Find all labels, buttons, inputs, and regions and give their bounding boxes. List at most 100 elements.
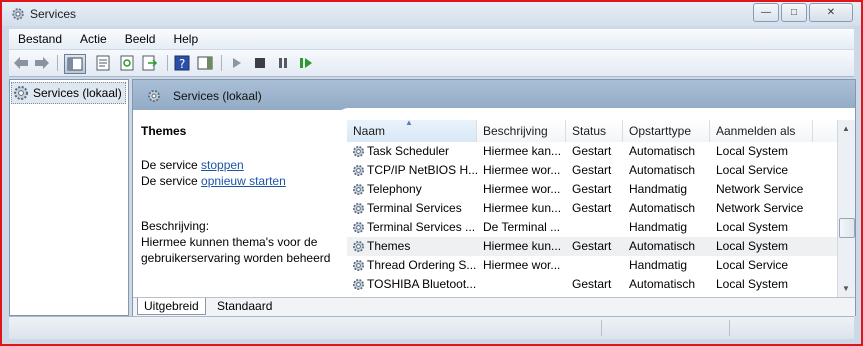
cell-logon: Local System — [716, 144, 789, 158]
start-service-button[interactable] — [228, 54, 246, 72]
cell-startup: Automatisch — [629, 277, 696, 291]
table-row[interactable]: Task Scheduler Hiermee kan... Gestart Autom… — [347, 142, 837, 161]
refresh-icon — [120, 55, 134, 71]
column-header-name[interactable]: ▲ Naam — [347, 120, 477, 142]
cell-startup: Handmatig — [629, 220, 688, 234]
tree-item-services-local[interactable]: Services (lokaal) — [11, 82, 126, 104]
stop-service-link[interactable]: stoppen — [201, 158, 244, 172]
maximize-button[interactable]: □ — [781, 3, 807, 22]
window-title: Services — [30, 7, 77, 21]
menu-beeld[interactable]: Beeld — [116, 32, 165, 46]
cell-logon: Local Service — [716, 163, 789, 177]
scroll-down-icon: ▼ — [842, 284, 850, 293]
table-row[interactable]: Thread Ordering S... Hiermee wor... Handma… — [347, 256, 837, 275]
cell-startup: Automatisch — [629, 163, 696, 177]
restart-service-button[interactable] — [297, 54, 315, 72]
menu-bestand[interactable]: Bestand — [9, 32, 71, 46]
cell-startup: Automatisch — [629, 201, 696, 215]
description-line-2: gebruikerservaring worden beheerd — [141, 251, 331, 265]
cell-logon: Local System — [716, 220, 789, 234]
sort-ascending-icon: ▲ — [405, 120, 413, 127]
selected-service-title: Themes — [141, 124, 187, 138]
table-row[interactable]: Themes Hiermee kun... Gestart Automatisch Lo… — [347, 237, 837, 256]
column-header-description[interactable]: Beschrijving — [477, 120, 566, 142]
minimize-button[interactable]: — — [753, 3, 779, 22]
cell-desc: Hiermee kun... — [483, 239, 562, 253]
toolbar: ? — [9, 50, 854, 77]
tab-label: Uitgebreid — [144, 299, 199, 313]
restart-icon — [300, 58, 312, 68]
table-row[interactable]: Terminal Services Hiermee kun... Gestart Au… — [347, 199, 837, 218]
cell-name: Telephony — [367, 182, 422, 196]
column-header-label: Aanmelden als — [716, 124, 796, 138]
tab-label: Standaard — [217, 299, 273, 313]
play-icon — [233, 58, 241, 68]
cell-logon: Local System — [716, 277, 789, 291]
cell-status: Gestart — [572, 239, 612, 253]
tab-standard[interactable]: Standaard — [211, 298, 278, 314]
pane-header-title: Services (lokaal) — [173, 89, 262, 103]
cell-status: Gestart — [572, 163, 612, 177]
back-button[interactable] — [12, 54, 30, 72]
cell-name: Thread Ordering S... — [367, 258, 477, 272]
stop-icon — [255, 58, 265, 68]
cell-name: Terminal Services ... — [367, 220, 476, 234]
cell-logon: Network Service — [716, 201, 804, 215]
status-section — [729, 320, 730, 336]
column-header-startup-type[interactable]: Opstarttype — [623, 120, 710, 142]
tree-item-label: Services (lokaal) — [33, 86, 122, 100]
table-row[interactable]: TCP/IP NetBIOS H... Hiermee wor... Gestart… — [347, 161, 837, 180]
pause-service-button[interactable] — [274, 54, 292, 72]
forward-button[interactable] — [33, 54, 51, 72]
close-button[interactable]: ✕ — [809, 3, 853, 22]
column-header-log-on-as[interactable]: Aanmelden als — [710, 120, 813, 142]
menu-help[interactable]: Help — [164, 32, 207, 46]
cell-desc: Hiermee kan... — [483, 144, 562, 158]
tab-extended[interactable]: Uitgebreid — [137, 298, 206, 315]
help-button[interactable]: ? — [173, 54, 191, 72]
show-hide-tree-button[interactable] — [64, 54, 86, 74]
cell-status: Gestart — [572, 277, 612, 291]
cell-desc: Hiermee wor... — [483, 163, 561, 177]
cell-desc: De Terminal ... — [483, 220, 561, 234]
table-row[interactable]: Telephony Hiermee wor... Gestart Handmatig N… — [347, 180, 837, 199]
column-header-filler — [813, 120, 837, 142]
gear-icon — [148, 90, 160, 102]
action-pane-icon — [197, 56, 213, 70]
column-header-status[interactable]: Status — [566, 120, 623, 142]
back-arrow-icon — [14, 57, 28, 69]
help-icon: ? — [174, 55, 190, 71]
restart-service-link[interactable]: opnieuw starten — [201, 174, 286, 188]
menu-actie[interactable]: Actie — [71, 32, 116, 46]
cell-startup: Automatisch — [629, 144, 696, 158]
cell-logon: Local Service — [716, 258, 789, 272]
column-header-label: Naam — [353, 124, 386, 138]
refresh-button[interactable] — [118, 54, 136, 72]
forward-arrow-icon — [35, 57, 49, 69]
action-pane-button[interactable] — [196, 54, 214, 72]
extended-info-panel: Themes De service stoppen De service opn… — [141, 124, 341, 265]
scroll-thumb[interactable] — [839, 218, 855, 238]
cell-name: TCP/IP NetBIOS H... — [367, 163, 479, 177]
table-row[interactable]: TOSHIBA Bluetoot... Gestart Automatisch Loc… — [347, 275, 837, 294]
cell-status: Gestart — [572, 201, 612, 215]
stop-service-button[interactable] — [251, 54, 269, 72]
cell-logon: Local System — [716, 239, 789, 253]
stop-service-line: De service stoppen — [141, 158, 244, 172]
properties-button[interactable] — [94, 54, 112, 72]
cell-startup: Handmatig — [629, 258, 688, 272]
close-icon: ✕ — [826, 7, 836, 18]
cell-name: TOSHIBA Bluetoot... — [367, 277, 477, 291]
vertical-scrollbar[interactable]: ▲ ▼ — [837, 120, 855, 298]
cell-name: Terminal Services — [367, 201, 462, 215]
cell-status: Gestart — [572, 182, 612, 196]
maximize-icon: □ — [790, 7, 798, 18]
console-tree-icon — [67, 57, 83, 71]
pause-icon — [279, 58, 287, 68]
export-icon — [142, 55, 158, 71]
cell-desc: Hiermee wor... — [483, 258, 561, 272]
view-tabs: Uitgebreid Standaard — [133, 297, 855, 316]
table-row[interactable]: Terminal Services ... De Terminal ... Hand… — [347, 218, 837, 237]
column-header-label: Opstarttype — [629, 124, 692, 138]
export-button[interactable] — [141, 54, 159, 72]
